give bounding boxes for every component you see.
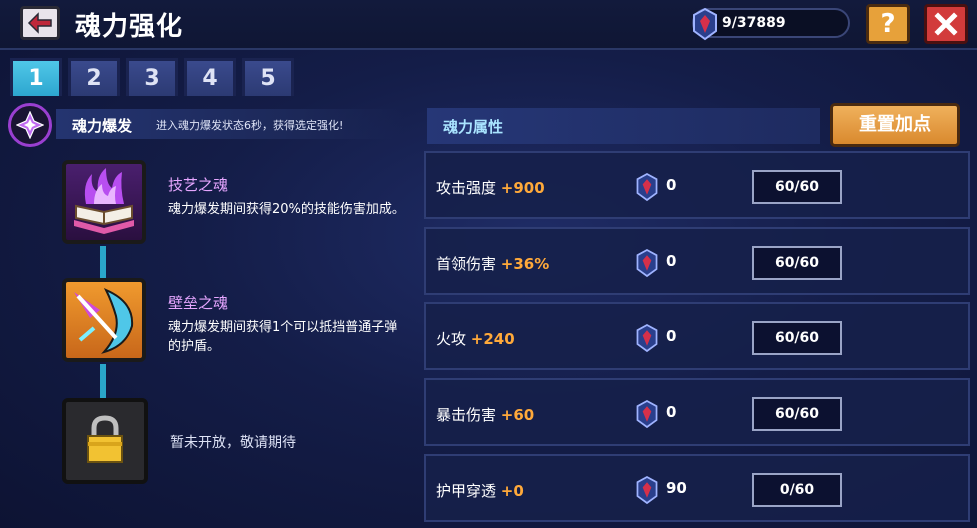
attribute-level-button[interactable]: 60/60 <box>752 170 842 204</box>
close-button[interactable] <box>924 4 968 44</box>
attribute-bonus: +240 <box>470 330 515 348</box>
locked-skill-slot[interactable] <box>62 398 148 484</box>
close-icon <box>934 12 958 36</box>
soul-gem-icon <box>636 173 658 202</box>
skill-connector <box>100 364 106 400</box>
attribute-header-label: 魂力属性 <box>443 118 504 136</box>
attribute-label: 护甲穿透 +0 <box>436 482 524 500</box>
back-arrow-icon <box>27 12 52 34</box>
attribute-row[interactable]: 首领伤害 +36% 0 60/60 <box>424 227 970 295</box>
attribute-level-button[interactable]: 60/60 <box>752 321 842 355</box>
burst-description: 进入魂力爆发状态6秒，获得选定强化! <box>156 119 344 132</box>
burst-name: 魂力爆发 <box>72 117 133 135</box>
skill-name: 壁垒之魂 <box>168 294 229 312</box>
tab-1[interactable]: 1 <box>10 58 62 96</box>
attribute-label: 首领伤害 +36% <box>436 255 550 273</box>
skill-description: 魂力爆发期间获得20%的技能伤害加成。 <box>168 202 405 217</box>
attribute-label: 攻击强度 +900 <box>436 179 545 197</box>
tab-5[interactable]: 5 <box>242 58 294 96</box>
attribute-bonus: +0 <box>500 482 524 500</box>
attribute-cost: 90 <box>666 479 687 497</box>
soul-gem-icon <box>693 7 717 41</box>
attribute-row[interactable]: 攻击强度 +900 0 60/60 <box>424 151 970 219</box>
attribute-header: 魂力属性 <box>427 108 820 144</box>
attribute-level-button[interactable]: 0/60 <box>752 473 842 507</box>
lock-icon <box>87 415 123 463</box>
currency-value: 9/37889 <box>722 15 786 31</box>
soul-gem-icon <box>636 249 658 278</box>
soul-currency-counter: 9/37889 <box>692 7 850 41</box>
attribute-label: 暴击伤害 +60 <box>436 406 535 424</box>
top-bar: 魂力强化 9/37889 ? <box>0 0 977 50</box>
tab-bar: 1 2 3 4 5 <box>10 58 294 96</box>
attribute-cost: 0 <box>666 327 677 345</box>
soul-gem-icon <box>636 476 658 505</box>
page-title: 魂力强化 <box>75 12 184 42</box>
soul-gem-icon <box>636 324 658 353</box>
attribute-label: 火攻 +240 <box>436 330 515 348</box>
tab-3[interactable]: 3 <box>126 58 178 96</box>
soul-gem-icon <box>636 400 658 429</box>
soul-burst-banner: 魂力爆发 进入魂力爆发状态6秒，获得选定强化! <box>4 99 404 154</box>
attribute-bonus: +60 <box>500 406 535 424</box>
attribute-level-button[interactable]: 60/60 <box>752 397 842 431</box>
tab-2[interactable]: 2 <box>68 58 120 96</box>
attribute-cost: 0 <box>666 403 677 421</box>
attribute-level-button[interactable]: 60/60 <box>752 246 842 280</box>
attribute-bonus: +900 <box>500 179 545 197</box>
coming-soon-text: 暂未开放，敬请期待 <box>170 435 296 451</box>
attribute-cost: 0 <box>666 252 677 270</box>
skill-connector <box>100 246 106 278</box>
soul-burst-icon <box>8 103 52 147</box>
attribute-row[interactable]: 护甲穿透 +0 90 0/60 <box>424 454 970 522</box>
attribute-row[interactable]: 暴击伤害 +60 0 60/60 <box>424 378 970 446</box>
purple-flame-book-icon[interactable] <box>62 160 146 244</box>
attribute-cost: 0 <box>666 176 677 194</box>
attribute-bonus: +36% <box>500 255 550 273</box>
attribute-row[interactable]: 火攻 +240 0 60/60 <box>424 302 970 370</box>
help-button[interactable]: ? <box>866 4 910 44</box>
shield-bow-icon[interactable] <box>62 278 146 362</box>
tab-4[interactable]: 4 <box>184 58 236 96</box>
reset-points-button[interactable]: 重置加点 <box>830 103 960 147</box>
skill-description: 魂力爆发期间获得1个可以抵挡普通子弹的护盾。 <box>168 320 398 354</box>
skill-name: 技艺之魂 <box>168 176 229 194</box>
back-button[interactable] <box>20 6 60 40</box>
